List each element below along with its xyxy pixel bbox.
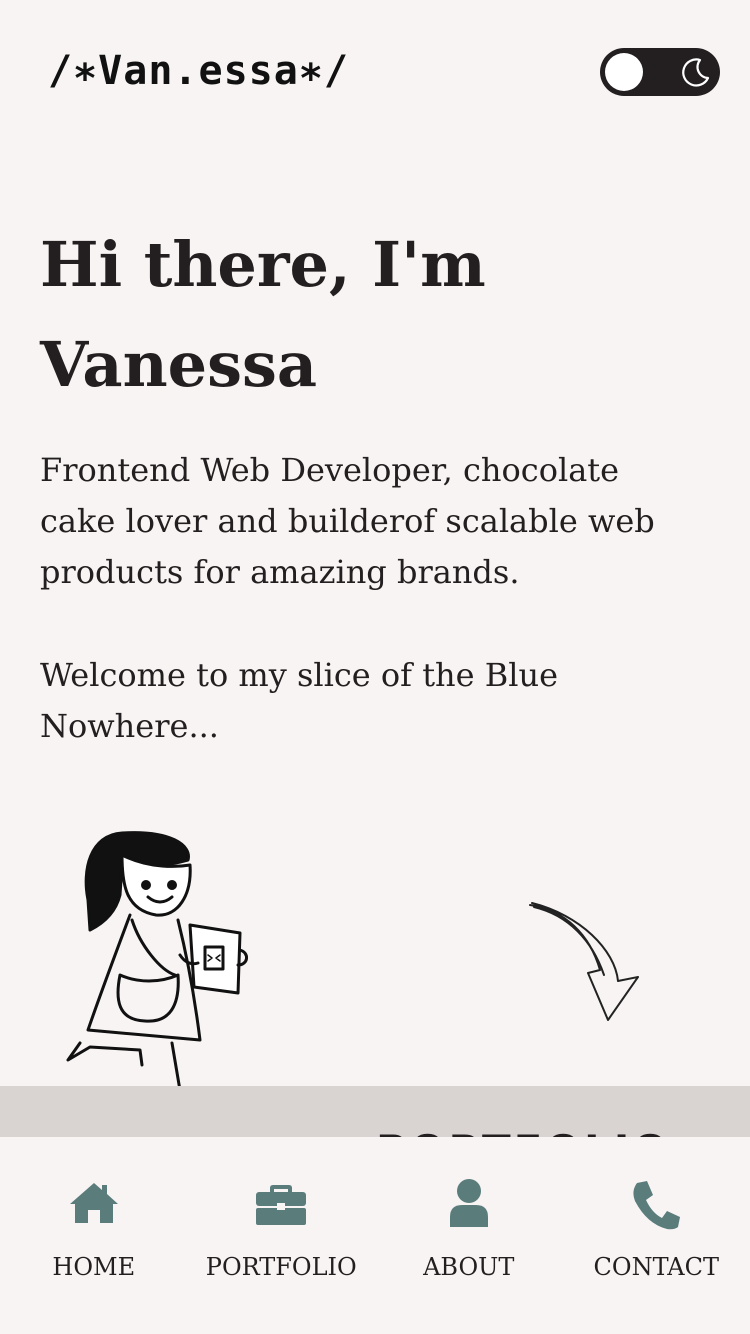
home-icon: [69, 1183, 118, 1223]
nav-label-portfolio: PORTFOLIO: [205, 1253, 357, 1281]
briefcase-icon: [256, 1185, 307, 1225]
user-icon: [449, 1179, 488, 1227]
hero-intro: Frontend Web Developer, chocolate cake l…: [40, 451, 655, 591]
nav-item-home[interactable]: HOME: [0, 1137, 188, 1334]
bottom-nav: HOME PORTFOLIO ABOUT CONTACT: [0, 1137, 750, 1334]
nav-label-about: ABOUT: [423, 1253, 515, 1281]
hero-welcome: Welcome to my slice of the Blue Nowhere.…: [40, 656, 559, 745]
nav-item-about[interactable]: ABOUT: [375, 1137, 563, 1334]
moon-icon: [682, 58, 710, 87]
theme-toggle[interactable]: [600, 48, 720, 96]
nav-label-home: HOME: [52, 1253, 136, 1281]
site-logo[interactable]: /∗Van.essa∗/: [48, 48, 349, 94]
phone-icon: [633, 1181, 681, 1230]
nav-item-contact[interactable]: CONTACT: [563, 1137, 750, 1334]
arrow-illustration: [529, 902, 639, 1021]
toggle-knob: [605, 53, 643, 91]
nav-label-contact: CONTACT: [593, 1253, 719, 1281]
girl-illustration: [66, 831, 248, 1127]
hero-title: Hi there, I'm Vanessa: [40, 228, 486, 401]
nav-item-portfolio[interactable]: PORTFOLIO: [188, 1137, 376, 1334]
